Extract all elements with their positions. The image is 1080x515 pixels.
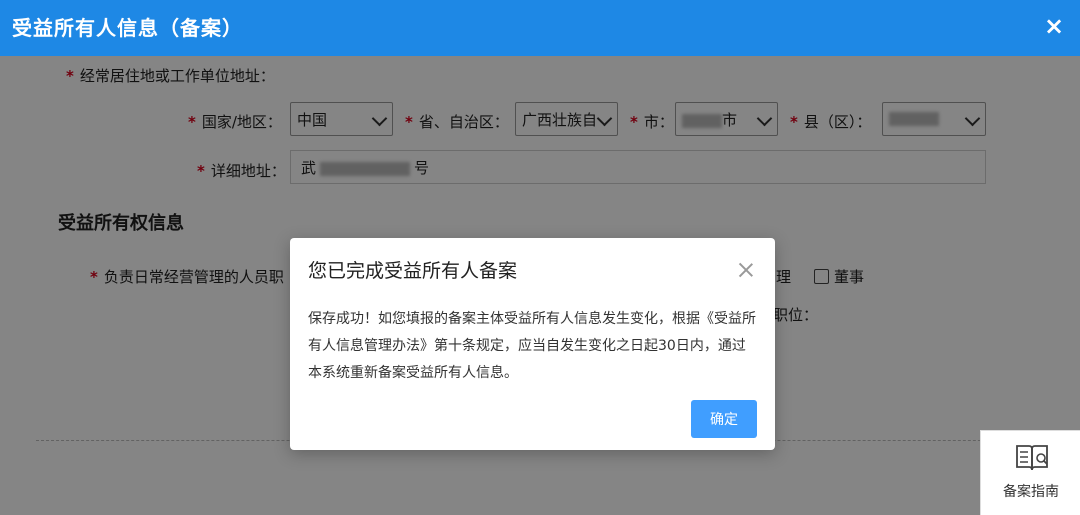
window-title: 受益所有人信息（备案） bbox=[12, 16, 243, 40]
close-icon[interactable] bbox=[736, 260, 756, 280]
filing-guide-button[interactable]: 备案指南 bbox=[980, 430, 1080, 515]
guide-book-icon bbox=[1016, 445, 1048, 471]
filing-guide-label: 备案指南 bbox=[1003, 484, 1059, 500]
dialog-title: 您已完成受益所有人备案 bbox=[308, 260, 518, 282]
window-close-button[interactable]: × bbox=[1040, 12, 1068, 40]
dialog-message: 保存成功！如您填报的备案主体受益所有人信息发生变化，根据《受益所有人信息管理办法… bbox=[308, 311, 756, 381]
confirm-button[interactable]: 确定 bbox=[691, 400, 757, 438]
window-titlebar: 受益所有人信息（备案） × bbox=[0, 0, 1080, 56]
filing-complete-dialog: 您已完成受益所有人备案 保存成功！如您填报的备案主体受益所有人信息发生变化，根据… bbox=[290, 238, 775, 450]
